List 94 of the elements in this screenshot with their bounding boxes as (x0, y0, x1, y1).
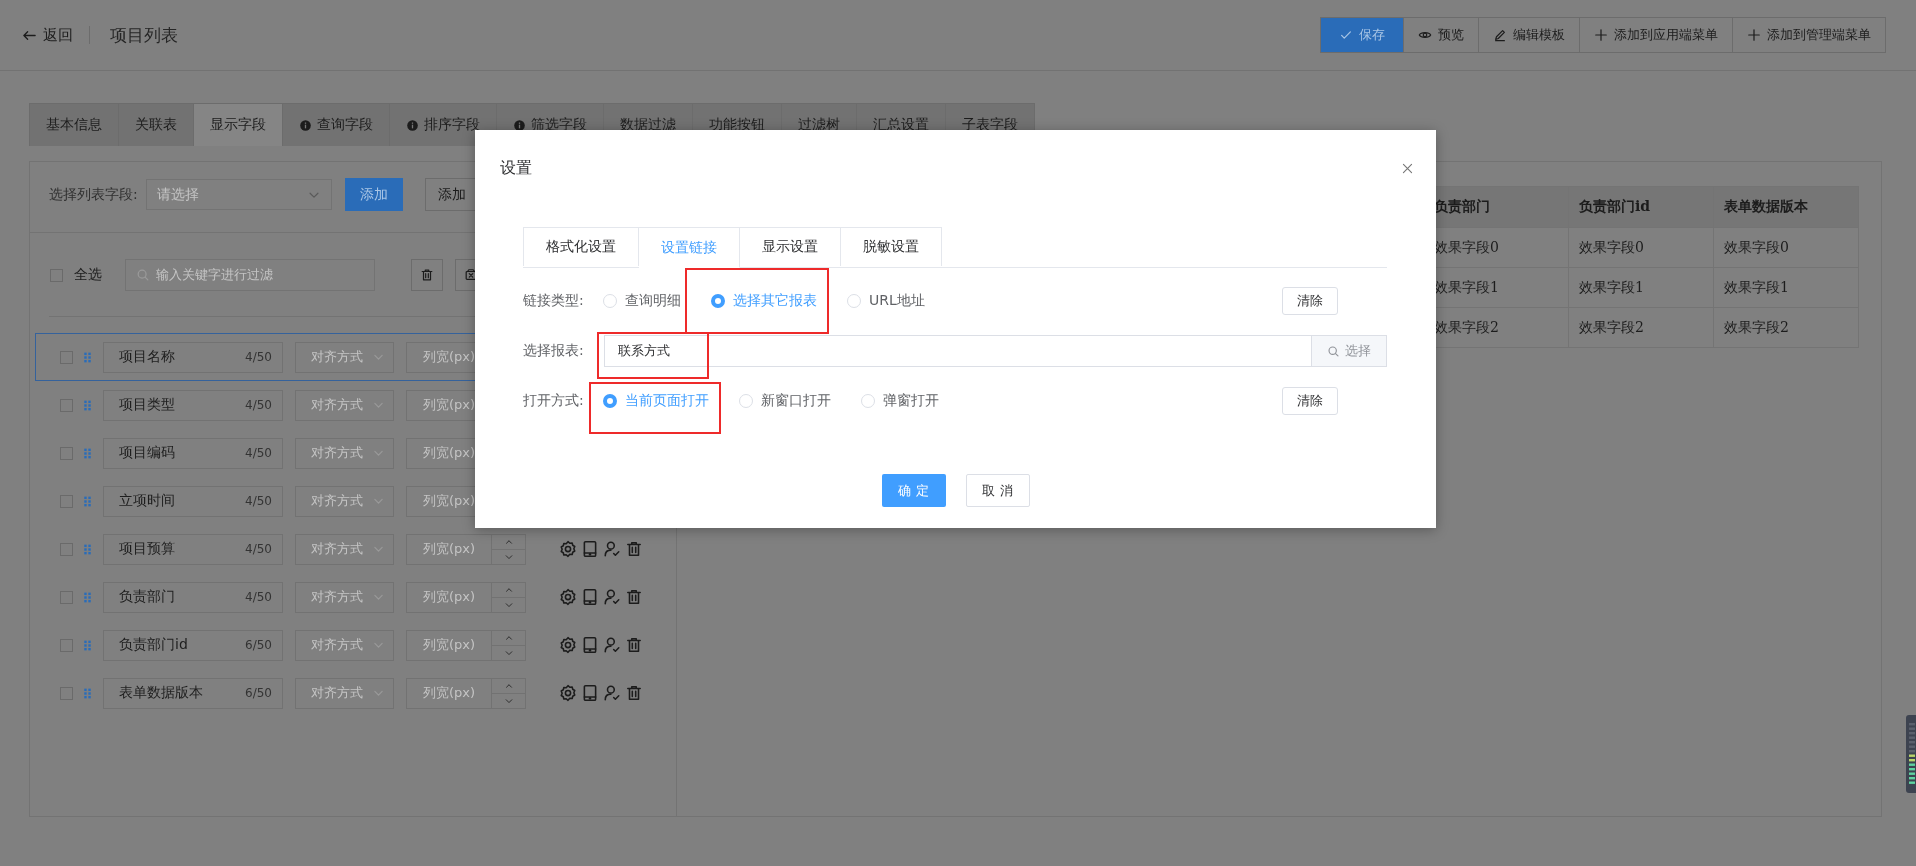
radio-option[interactable]: 当前页面打开 (603, 392, 709, 410)
field-row[interactable]: 负责部门 4/50 对齐方式 列宽(px) (35, 573, 676, 621)
settings-icon[interactable] (559, 636, 577, 654)
char-count: 4/50 (245, 542, 272, 556)
align-select[interactable]: 对齐方式 (295, 485, 394, 517)
tablet-icon[interactable] (581, 588, 599, 606)
confirm-button[interactable]: 确 定 (881, 474, 946, 507)
table-cell: 效果字段2 (1713, 307, 1859, 348)
back-link[interactable]: 返回 (22, 25, 73, 45)
name-field[interactable]: 负责部门 4/50 (103, 581, 283, 613)
settings-icon[interactable] (559, 588, 577, 606)
select-button[interactable]: 选择 (1311, 335, 1387, 367)
filter-field[interactable]: 输入关键字进行过滤 (125, 259, 375, 291)
pen-icon (1493, 28, 1507, 42)
tab[interactable]: 格式化设置 (523, 227, 639, 266)
char-count: 4/50 (245, 350, 272, 364)
table-cell: 效果字段1 (1568, 267, 1714, 308)
select-all-label: 全选 (74, 266, 102, 284)
field-label: 选择列表字段: (49, 185, 138, 204)
radio-option[interactable]: 弹窗打开 (861, 392, 939, 410)
search-icon (136, 268, 150, 282)
field-row[interactable]: 表单数据版本 6/50 对齐方式 列宽(px) (35, 669, 676, 717)
align-select[interactable]: 对齐方式 (295, 677, 394, 709)
trash-icon[interactable] (625, 540, 643, 558)
tab[interactable]: 显示字段 (194, 104, 283, 146)
align-select[interactable]: 对齐方式 (295, 437, 394, 469)
char-count: 4/50 (245, 494, 272, 508)
char-count: 4/50 (245, 590, 272, 604)
user-check-icon[interactable] (603, 684, 621, 702)
radio-option[interactable]: 新窗口打开 (739, 392, 831, 410)
name-field[interactable]: 项目类型 4/50 (103, 389, 283, 421)
tab[interactable]: 查询字段 (283, 104, 390, 146)
page-title: 项目列表 (110, 23, 178, 47)
name-field[interactable]: 项目预算 4/50 (103, 533, 283, 565)
align-select[interactable]: 对齐方式 (295, 389, 394, 421)
char-count: 6/50 (245, 638, 272, 652)
table-cell: 效果字段2 (1568, 307, 1714, 348)
cancel-button[interactable]: 取 消 (965, 474, 1030, 507)
meter-widget-icon[interactable] (1906, 715, 1916, 793)
check-icon (1339, 28, 1353, 42)
add-button[interactable]: 添加 (344, 178, 403, 211)
name-field[interactable]: 项目编码 4/50 (103, 437, 283, 469)
field-row[interactable]: 项目预算 4/50 对齐方式 列宽(px) (35, 525, 676, 573)
plus-icon (1747, 28, 1761, 42)
char-count: 4/50 (245, 446, 272, 460)
tab[interactable]: 基本信息 (30, 104, 119, 146)
delete-button[interactable] (411, 259, 443, 291)
align-select[interactable]: 对齐方式 (295, 533, 394, 565)
radio-option[interactable]: URL地址 (847, 292, 925, 310)
name-field[interactable]: 项目名称 4/50 (103, 341, 283, 373)
toolbar-button[interactable]: 保存 (1321, 18, 1403, 52)
align-select[interactable]: 对齐方式 (295, 341, 394, 373)
form-label: 链接类型: (523, 292, 585, 310)
char-count: 6/50 (245, 686, 272, 700)
form-label: 选择报表: (523, 342, 585, 360)
plus-icon (1594, 28, 1608, 42)
align-select[interactable]: 对齐方式 (295, 581, 394, 613)
tablet-icon[interactable] (581, 540, 599, 558)
tab[interactable]: 设置链接 (639, 227, 740, 268)
form-label: 打开方式: (523, 392, 585, 410)
column-header: 表单数据版本 (1713, 186, 1859, 228)
name-field[interactable]: 立项时间 4/50 (103, 485, 283, 517)
radio-option[interactable]: 查询明细 (603, 292, 681, 310)
settings-icon[interactable] (559, 540, 577, 558)
search-icon (1327, 344, 1340, 358)
tablet-icon[interactable] (581, 684, 599, 702)
char-count: 4/50 (245, 398, 272, 412)
radio-option[interactable]: 选择其它报表 (711, 292, 817, 310)
align-select[interactable]: 对齐方式 (295, 629, 394, 661)
box-x-icon (464, 268, 478, 282)
settings-icon[interactable] (559, 684, 577, 702)
name-field[interactable]: 表单数据版本 6/50 (103, 677, 283, 709)
dialog-title: 设置 (500, 157, 532, 179)
trash-icon[interactable] (625, 588, 643, 606)
table-cell: 效果字段0 (1568, 227, 1714, 268)
tablet-icon[interactable] (581, 636, 599, 654)
name-field[interactable]: 负责部门id 6/50 (103, 629, 283, 661)
user-check-icon[interactable] (603, 588, 621, 606)
clear-button[interactable]: 清除 (1282, 387, 1338, 415)
trash-icon[interactable] (625, 684, 643, 702)
clear-button[interactable]: 清除 (1282, 287, 1338, 315)
tab[interactable]: 显示设置 (740, 227, 841, 266)
table-cell: 效果字段1 (1713, 267, 1859, 308)
tab[interactable]: 脱敏设置 (841, 227, 942, 266)
user-check-icon[interactable] (603, 636, 621, 654)
field-select[interactable]: 请选择 (145, 179, 332, 210)
trash-icon[interactable] (625, 636, 643, 654)
column-header: 负责部门id (1568, 186, 1714, 228)
trash-icon (420, 268, 434, 282)
table-cell: 效果字段0 (1713, 227, 1859, 268)
user-check-icon[interactable] (603, 540, 621, 558)
field-row[interactable]: 负责部门id 6/50 对齐方式 列宽(px) (35, 621, 676, 669)
report-field[interactable]: 联系方式 (604, 335, 1311, 367)
close-icon[interactable] (1401, 161, 1414, 175)
